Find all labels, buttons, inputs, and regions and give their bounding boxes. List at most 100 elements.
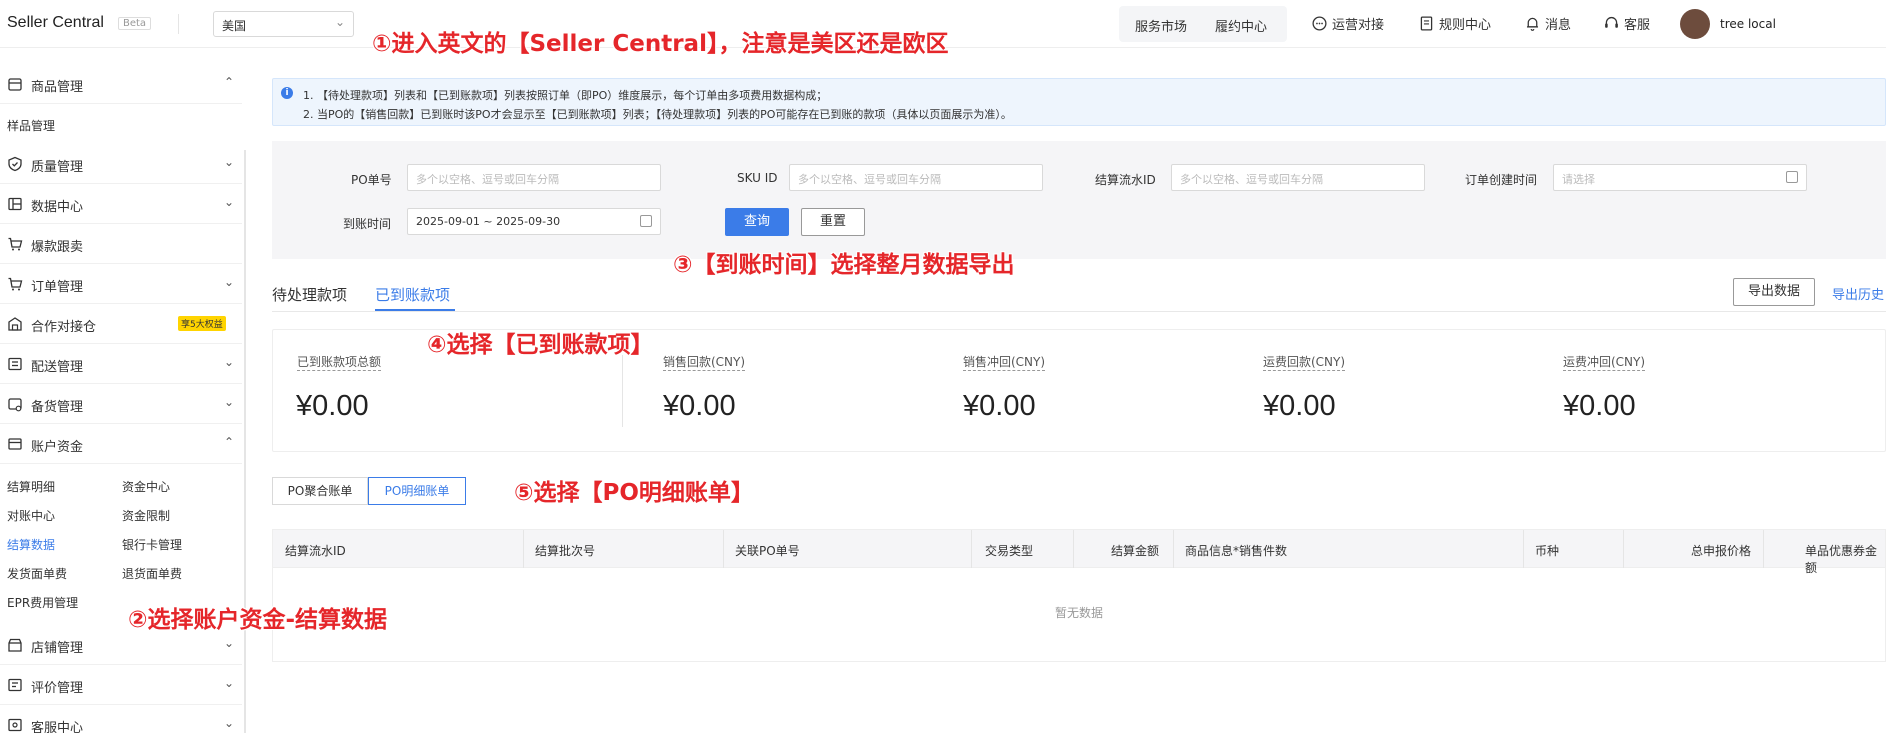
truck-icon <box>8 357 22 371</box>
sidebar-subitem-return-label-fee[interactable]: 退货面单费 <box>122 565 182 582</box>
avatar[interactable] <box>1680 9 1710 39</box>
settlement-table: 结算流水ID 结算批次号 关联PO单号 交易类型 结算金额 商品信息*销售件数 … <box>272 529 1886 662</box>
sidebar-subitem-fund-limits[interactable]: 资金限制 <box>122 507 170 524</box>
ops-contact-button[interactable]: 运营对接 <box>1311 14 1384 33</box>
sidebar-item-delivery[interactable]: 配送管理 ⌄ <box>0 344 242 384</box>
nav-fulfillment-center[interactable]: 履约中心 <box>1215 16 1267 35</box>
column-divider[interactable] <box>723 530 724 568</box>
order-icon <box>8 277 23 291</box>
annotation-step-5: ⑤选择【PO明细账单】 <box>514 480 754 506</box>
notice-line-1: 1. 【待处理款项】列表和【已到账款项】列表按照订单（即PO）维度展示，每个订单… <box>303 89 828 102</box>
sidebar-item-label: 店铺管理 <box>31 641 84 656</box>
sidebar-subitem-shipping-label-fee[interactable]: 发货面单费 <box>7 565 67 582</box>
stat-label-sales-receipt: 销售回款(CNY) <box>663 355 746 371</box>
search-button[interactable]: 查询 <box>725 208 789 236</box>
brand-title[interactable]: Seller Central <box>7 14 104 32</box>
column-header[interactable]: 单品优惠券金额 <box>1805 542 1885 576</box>
sidebar-item-orders[interactable]: 订单管理 ⌄ <box>0 264 242 304</box>
sidebar-item-label: 评价管理 <box>31 681 84 696</box>
sidebar-item-warehouse[interactable]: 合作对接仓 享5大权益 <box>0 304 242 344</box>
stat-value-sales-reversal: ¥0.00 <box>963 390 1036 422</box>
column-divider[interactable] <box>1173 530 1174 568</box>
sidebar-subitem-settlement-data[interactable]: 结算数据 <box>7 536 55 553</box>
wallet-icon <box>8 438 22 450</box>
region-select[interactable]: 美国 ⌄ <box>213 11 354 37</box>
tab-po-aggregate[interactable]: PO聚合账单 <box>272 477 368 505</box>
table-header: 结算流水ID 结算批次号 关联PO单号 交易类型 结算金额 商品信息*销售件数 … <box>273 530 1885 575</box>
calendar-icon <box>1786 171 1798 183</box>
tab-pending[interactable]: 待处理款项 <box>272 284 347 305</box>
tab-arrived[interactable]: 已到账款项 <box>375 284 450 305</box>
po-label: PO单号 <box>351 173 392 187</box>
sidebar-scrollbar[interactable] <box>244 150 246 733</box>
column-divider[interactable] <box>1623 530 1624 568</box>
column-header[interactable]: 结算流水ID <box>285 542 346 559</box>
sidebar-item-quality[interactable]: 质量管理 ⌄ <box>0 144 242 184</box>
document-icon <box>1420 16 1433 31</box>
region-value: 美国 <box>222 19 247 33</box>
column-header[interactable]: 币种 <box>1535 542 1559 559</box>
column-divider[interactable] <box>1523 530 1524 568</box>
chevron-down-icon: ⌄ <box>223 355 234 369</box>
chevron-down-icon: ⌄ <box>223 636 234 650</box>
sidebar-subitem-epr-fees[interactable]: EPR费用管理 <box>7 594 78 611</box>
tab-po-detail[interactable]: PO明细账单 <box>368 477 466 505</box>
order-created-picker[interactable]: 请选择 <box>1553 164 1807 191</box>
stock-icon <box>8 398 22 412</box>
sidebar-item-data-center[interactable]: 数据中心 ⌄ <box>0 184 242 224</box>
sidebar-subitem-reconciliation[interactable]: 对账中心 <box>7 507 55 524</box>
sidebar-subitem-samples[interactable]: 样品管理 <box>7 117 55 134</box>
top-nav-group: 服务市场 履约中心 <box>1119 6 1287 42</box>
warehouse-icon <box>8 317 22 331</box>
stat-label-freight-receipt: 运费回款(CNY) <box>1263 355 1346 371</box>
column-divider[interactable] <box>971 530 972 568</box>
reset-button[interactable]: 重置 <box>801 208 865 236</box>
po-input[interactable]: 多个以空格、逗号或回车分隔 <box>407 164 661 191</box>
box-icon <box>8 78 22 91</box>
review-icon <box>8 678 22 692</box>
customer-service-label: 客服 <box>1624 18 1651 33</box>
column-header[interactable]: 关联PO单号 <box>735 542 800 559</box>
export-data-button[interactable]: 导出数据 <box>1733 278 1815 306</box>
chevron-down-icon: ⌄ <box>223 716 234 730</box>
chevron-down-icon: ⌄ <box>223 155 234 169</box>
sidebar-subitem-fund-center[interactable]: 资金中心 <box>122 478 170 495</box>
calendar-icon <box>640 215 652 227</box>
username[interactable]: tree local <box>1720 17 1776 31</box>
sidebar-item-reviews[interactable]: 评价管理 ⌄ <box>0 665 242 705</box>
column-header[interactable]: 总申报价格 <box>1691 542 1751 559</box>
arrival-time-picker[interactable]: 2025-09-01 ~ 2025-09-30 <box>407 208 661 235</box>
sidebar-item-stock[interactable]: 备货管理 ⌄ <box>0 384 242 424</box>
column-divider[interactable] <box>523 530 524 568</box>
sidebar-item-label: 合作对接仓 <box>31 320 97 335</box>
sidebar-item-account-funds[interactable]: 账户资金 ⌃ <box>0 424 242 464</box>
customer-service-button[interactable]: 客服 <box>1603 14 1650 33</box>
sidebar-subitem-settlement-details[interactable]: 结算明细 <box>7 478 55 495</box>
sidebar-item-product[interactable]: 商品管理 ⌃ <box>0 64 242 104</box>
rules-center-button[interactable]: 规则中心 <box>1418 14 1491 33</box>
chevron-down-icon: ⌄ <box>223 195 234 209</box>
column-divider[interactable] <box>1073 530 1074 568</box>
sku-input[interactable]: 多个以空格、逗号或回车分隔 <box>789 164 1043 191</box>
nav-service-market[interactable]: 服务市场 <box>1135 16 1187 35</box>
column-divider[interactable] <box>1763 530 1764 568</box>
sidebar-item-hot-sale[interactable]: 爆款跟卖 <box>0 224 242 264</box>
column-header[interactable]: 结算批次号 <box>535 542 595 559</box>
column-header[interactable]: 商品信息*销售件数 <box>1185 542 1287 559</box>
arrival-time-value: 2025-09-01 ~ 2025-09-30 <box>416 215 561 228</box>
messages-button[interactable]: 消息 <box>1524 14 1571 33</box>
sidebar-item-label: 配送管理 <box>31 360 84 375</box>
messages-label: 消息 <box>1545 18 1572 33</box>
chevron-down-icon: ⌄ <box>334 15 345 29</box>
sidebar-subitem-bank-cards[interactable]: 银行卡管理 <box>122 536 182 553</box>
flow-id-input[interactable]: 多个以空格、逗号或回车分隔 <box>1171 164 1425 191</box>
column-header[interactable]: 交易类型 <box>985 542 1033 559</box>
rules-center-label: 规则中心 <box>1439 18 1492 33</box>
sidebar-item-label: 账户资金 <box>31 440 84 455</box>
column-header[interactable]: 结算金额 <box>1111 542 1159 559</box>
export-history-link[interactable]: 导出历史 <box>1832 284 1884 303</box>
flow-id-label: 结算流水ID <box>1095 173 1156 187</box>
info-notice: i 1. 【待处理款项】列表和【已到账款项】列表按照订单（即PO）维度展示，每个… <box>272 78 1886 126</box>
annotation-step-4: ④选择【已到账款项】 <box>427 332 654 358</box>
sidebar-item-customer-service[interactable]: 客服中心 ⌄ <box>0 705 242 733</box>
